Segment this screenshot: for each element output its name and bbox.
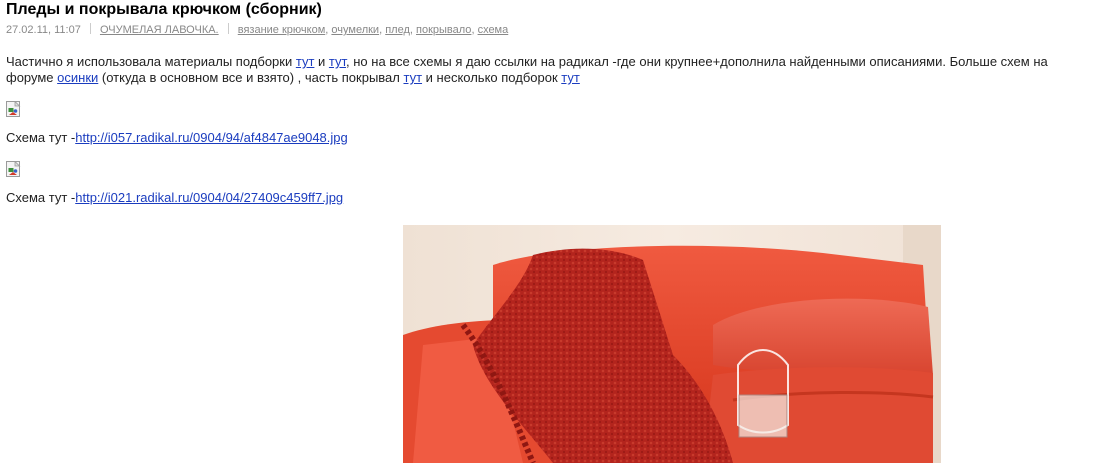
tag-link[interactable]: плед	[385, 24, 410, 36]
meta-divider	[89, 23, 91, 34]
broken-image-icon	[6, 101, 21, 117]
scheme-link[interactable]: http://i057.radikal.ru/0904/94/af4847ae9…	[75, 130, 348, 145]
tag-list: вязание крючком, очумелки, плед, покрыва…	[238, 24, 509, 36]
intro-text: и	[314, 54, 329, 69]
tag-link[interactable]: схема	[478, 24, 509, 36]
post-date: 27.02.11, 11:07	[6, 24, 81, 36]
intro-text: (откуда в основном все и взято) , часть …	[98, 70, 404, 85]
intro-link[interactable]: тут	[403, 70, 422, 85]
intro-text: и несколько подборок	[422, 70, 562, 85]
forum-link[interactable]: осинки	[57, 70, 98, 85]
intro-link[interactable]: тут	[329, 54, 346, 69]
scheme-link[interactable]: http://i021.radikal.ru/0904/04/27409c459…	[75, 190, 343, 205]
intro-link[interactable]: тут	[296, 54, 315, 69]
post-meta: 27.02.11, 11:07 ОЧУМЕЛАЯ ЛАВОЧКА. вязани…	[6, 23, 1090, 37]
intro-link[interactable]: тут	[561, 70, 580, 85]
scheme-line: Схема тут -http://i021.radikal.ru/0904/0…	[6, 190, 1090, 206]
intro-text: Частично я использовала материалы подбор…	[6, 54, 296, 69]
broken-image-icon	[6, 161, 21, 177]
tag-link[interactable]: покрывало	[416, 24, 471, 36]
red-sofa-photo	[403, 225, 941, 463]
category-link[interactable]: ОЧУМЕЛАЯ ЛАВОЧКА.	[100, 24, 219, 36]
tag-link[interactable]: вязание крючком	[238, 24, 326, 36]
post-title: Пледы и покрывала крючком (сборник)	[6, 1, 322, 18]
intro-paragraph: Частично я использовала материалы подбор…	[6, 54, 1090, 86]
scheme-prefix: Схема тут -	[6, 190, 76, 205]
scheme-prefix: Схема тут -	[6, 130, 76, 145]
meta-divider	[227, 23, 229, 34]
scheme-line: Схема тут -http://i057.radikal.ru/0904/9…	[6, 130, 1090, 146]
blog-post: Пледы и покрывала крючком (сборник) 27.0…	[0, 0, 1096, 463]
tag-link[interactable]: очумелки	[331, 24, 379, 36]
